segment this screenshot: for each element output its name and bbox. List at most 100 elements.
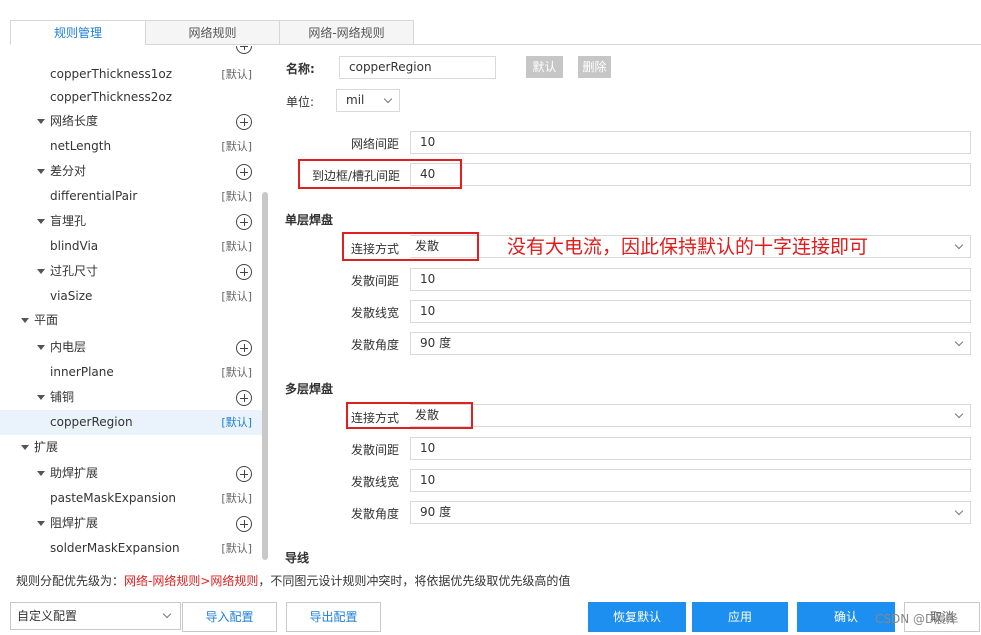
multi-conn-select[interactable]: 发散 bbox=[410, 404, 971, 427]
unit-label: 单位: bbox=[286, 95, 315, 109]
tree-item-copperThickness2oz[interactable]: copperThickness2oz bbox=[0, 85, 262, 110]
tree-top-group-expansion[interactable]: 扩展 bbox=[0, 435, 262, 460]
expand-arrow-icon[interactable] bbox=[37, 521, 45, 526]
default-button[interactable]: 默认 bbox=[526, 56, 563, 78]
tree-item-label: copperThickness1oz bbox=[50, 67, 173, 81]
add-rule-icon[interactable] bbox=[236, 340, 252, 356]
name-input[interactable]: copperRegion bbox=[339, 56, 496, 79]
tree-group-label: 差分对 bbox=[50, 164, 87, 178]
tab-net-rules[interactable]: 网络规则 bbox=[145, 20, 280, 45]
tree-scrollbar[interactable] bbox=[262, 192, 268, 560]
default-tag: [默认] bbox=[221, 366, 252, 379]
tree-item-pasteMaskExpansion[interactable]: pasteMaskExpansion [默认] bbox=[0, 486, 262, 511]
tree-item-label: solderMaskExpansion bbox=[50, 541, 180, 555]
tree-group-copper-pour[interactable]: 铺铜 bbox=[0, 385, 262, 410]
chevron-down-icon bbox=[954, 506, 964, 516]
tree-item-label: differentialPair bbox=[50, 189, 138, 203]
expand-arrow-icon[interactable] bbox=[21, 318, 29, 323]
multi-gap-input[interactable]: 10 bbox=[410, 437, 971, 460]
tab-net-net-rules[interactable]: 网络-网络规则 bbox=[279, 20, 414, 45]
edge-spacing-input[interactable]: 40 bbox=[410, 163, 971, 186]
add-rule-icon[interactable] bbox=[236, 46, 252, 54]
tree-group-label: 网络长度 bbox=[50, 114, 99, 128]
add-rule-icon[interactable] bbox=[236, 214, 252, 230]
tree-item-copperThickness1oz[interactable]: copperThickness1oz [默认] bbox=[0, 62, 262, 87]
apply-button[interactable]: 应用 bbox=[692, 602, 788, 632]
tree-item-copperRegion[interactable]: copperRegion [默认] bbox=[0, 410, 262, 435]
tree-item-solderMaskExpansion[interactable]: solderMaskExpansion [默认] bbox=[0, 536, 262, 561]
unit-select[interactable]: mil bbox=[336, 89, 400, 112]
add-rule-icon[interactable] bbox=[236, 516, 252, 532]
tree-group-blind-via[interactable]: 盲埋孔 bbox=[0, 209, 262, 234]
default-tag: [默认] bbox=[221, 290, 252, 303]
tree-group-solder-expansion[interactable]: 阻焊扩展 bbox=[0, 511, 262, 536]
tree-group-diff-pair[interactable]: 差分对 bbox=[0, 159, 262, 184]
tree-group-net-length[interactable]: 网络长度 bbox=[0, 109, 262, 134]
add-rule-icon[interactable] bbox=[236, 264, 252, 280]
add-rule-icon[interactable] bbox=[236, 164, 252, 180]
single-gap-input[interactable]: 10 bbox=[410, 268, 971, 291]
tab-rule-management[interactable]: 规则管理 bbox=[10, 20, 146, 45]
expand-arrow-icon[interactable] bbox=[37, 269, 45, 274]
multi-pad-title: 多层焊盘 bbox=[285, 382, 334, 396]
export-config-button[interactable]: 导出配置 bbox=[286, 602, 381, 632]
tree-group-via-size[interactable]: 过孔尺寸 bbox=[0, 259, 262, 284]
delete-button[interactable]: 删除 bbox=[578, 56, 611, 78]
multi-gap-label: 发散间距 bbox=[351, 443, 400, 457]
tree-item-viaSize[interactable]: viaSize [默认] bbox=[0, 284, 262, 309]
tree-group-label: 盲埋孔 bbox=[50, 214, 87, 228]
restore-default-button[interactable]: 恢复默认 bbox=[588, 602, 686, 632]
tree-item-differentialPair[interactable]: differentialPair [默认] bbox=[0, 184, 262, 209]
tree-group-label: 铺铜 bbox=[50, 390, 75, 404]
expand-arrow-icon[interactable] bbox=[37, 169, 45, 174]
annotation-text: 没有大电流，因此保持默认的十字连接即可 bbox=[507, 236, 869, 258]
default-tag: [默认] bbox=[221, 416, 252, 429]
expand-arrow-icon[interactable] bbox=[37, 471, 45, 476]
tree-item-netLength[interactable]: netLength [默认] bbox=[0, 134, 262, 159]
net-spacing-label: 网络间距 bbox=[351, 137, 400, 151]
net-spacing-input[interactable]: 10 bbox=[410, 131, 971, 154]
tree-group-inner-plane[interactable]: 内电层 bbox=[0, 335, 262, 360]
tree-group-label: 内电层 bbox=[50, 340, 87, 354]
tree-item-label: blindVia bbox=[50, 239, 99, 253]
tree-group-label: 阻焊扩展 bbox=[50, 516, 99, 530]
add-rule-icon[interactable] bbox=[236, 114, 252, 130]
highlight-box bbox=[342, 232, 479, 261]
default-tag: [默认] bbox=[221, 240, 252, 253]
chevron-down-icon bbox=[954, 240, 964, 250]
note-priority: 网络-网络规则>网络规则 bbox=[124, 574, 259, 588]
single-angle-select[interactable]: 90 度 bbox=[410, 332, 971, 355]
tree-item-label: viaSize bbox=[50, 289, 93, 303]
multi-angle-select[interactable]: 90 度 bbox=[410, 501, 971, 524]
single-width-input[interactable]: 10 bbox=[410, 300, 971, 323]
expand-arrow-icon[interactable] bbox=[37, 219, 45, 224]
note-prefix: 规则分配优先级为： bbox=[16, 574, 125, 588]
expand-arrow-icon[interactable] bbox=[37, 395, 45, 400]
multi-angle-label: 发散角度 bbox=[351, 507, 400, 521]
default-tag: [默认] bbox=[221, 492, 252, 505]
import-config-button[interactable]: 导入配置 bbox=[182, 602, 277, 632]
expand-arrow-icon[interactable] bbox=[37, 345, 45, 350]
watermark: CSDN @D晨泽 bbox=[875, 612, 959, 626]
expand-arrow-icon[interactable] bbox=[21, 445, 29, 450]
tree-group-paste-expansion[interactable]: 助焊扩展 bbox=[0, 461, 262, 486]
tree-item-label: netLength bbox=[50, 139, 112, 153]
tab-divider bbox=[146, 44, 981, 45]
chevron-down-icon bbox=[383, 94, 393, 104]
tree-item-blindVia[interactable]: blindVia [默认] bbox=[0, 234, 262, 259]
single-angle-label: 发散角度 bbox=[351, 338, 400, 352]
chevron-down-icon bbox=[954, 409, 964, 419]
config-select[interactable]: 自定义配置 bbox=[10, 602, 181, 630]
default-tag: [默认] bbox=[221, 68, 252, 81]
tree-group-label: 扩展 bbox=[34, 440, 59, 454]
expand-arrow-icon[interactable] bbox=[37, 119, 45, 124]
multi-width-input[interactable]: 10 bbox=[410, 469, 971, 492]
default-tag: [默认] bbox=[221, 542, 252, 555]
add-rule-icon[interactable] bbox=[236, 466, 252, 482]
name-label: 名称: bbox=[286, 62, 315, 76]
tree-item-label: innerPlane bbox=[50, 365, 114, 379]
unit-value: mil bbox=[346, 93, 365, 107]
add-rule-icon[interactable] bbox=[236, 390, 252, 406]
tree-item-innerPlane[interactable]: innerPlane [默认] bbox=[0, 360, 262, 385]
tree-top-group-plane[interactable]: 平面 bbox=[0, 308, 262, 333]
